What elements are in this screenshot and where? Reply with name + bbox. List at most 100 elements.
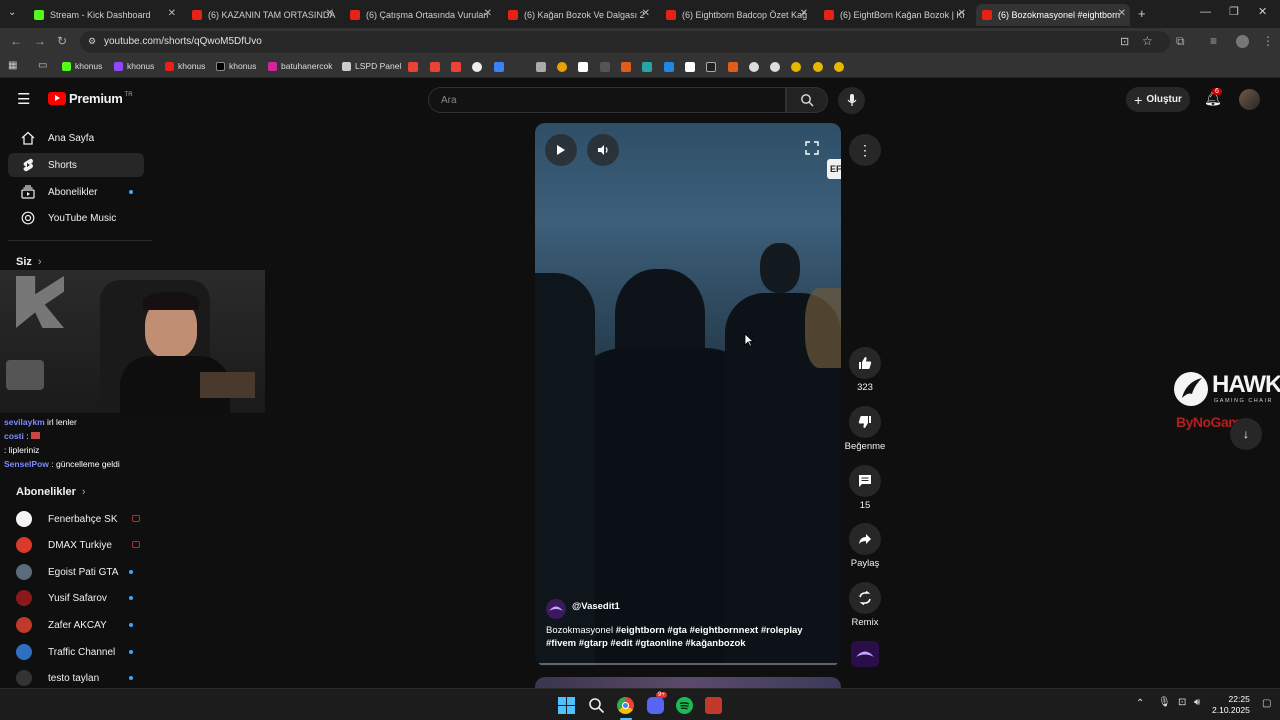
extensions-icon[interactable]: ⧉ [1176,34,1185,49]
tab-search-icon[interactable]: ⌄ [8,7,16,18]
close-tab-icon[interactable]: ✕ [1118,8,1126,19]
remix-button[interactable] [849,582,881,614]
new-tab-icon[interactable]: + [1138,6,1146,21]
bookmark-lspd-panel[interactable]: LSPD Panel [342,61,401,71]
hamburger-menu-icon[interactable]: ☰ [17,90,30,108]
bookmark-icon[interactable] [749,62,759,72]
notifications-button[interactable]: 🔔︎ 6 [1204,88,1222,108]
gmail-icon[interactable] [430,62,440,72]
sidebar-item-subscriptions[interactable]: Abonelikler [8,180,144,204]
bookmark-khonus[interactable]: khonus [62,61,102,71]
tab-kick-dashboard[interactable]: Stream - Kick Dashboard ✕ [28,4,180,26]
sidebar-item-youtube-music[interactable]: YouTube Music [8,206,144,230]
discord-icon[interactable]: 9+ [647,692,667,714]
shorts-video-player[interactable]: EF @Vasedit1 Bozokmasyonel #eightborn #g… [535,123,841,666]
youtube-premium-logo[interactable]: Premium TR [48,91,133,106]
subscription-channel[interactable]: Yusif Safarov [8,586,144,610]
voice-search-button[interactable] [838,87,865,114]
close-tab-icon[interactable]: ✕ [168,8,176,19]
create-button[interactable]: + Oluştur [1126,87,1190,112]
network-icon[interactable]: ⊡ [1178,697,1186,708]
spotify-icon[interactable] [676,697,693,714]
install-icon[interactable]: ⊡ [1120,35,1129,48]
subscription-channel[interactable]: Traffic Channel [8,640,144,664]
account-avatar[interactable] [1239,89,1260,110]
you-section-heading[interactable]: Siz › [16,256,42,268]
bookmark-icon[interactable] [472,62,482,72]
search-input[interactable]: Ara [428,87,786,113]
gmail-icon[interactable] [408,62,418,72]
notification-center-icon[interactable]: ▢ [1262,698,1271,709]
tab-youtube[interactable]: (6) Eightborn Badcop Özet Kağ ✕ [660,4,812,26]
bookmark-icon[interactable] [834,62,844,72]
chevron-up-icon[interactable]: ⌃ [1136,698,1144,709]
bookmark-icon[interactable] [685,62,695,72]
bookmark-icon[interactable] [557,62,567,72]
bookmark-icon[interactable] [621,62,631,72]
search-button[interactable] [786,87,828,113]
address-bar[interactable]: ⚙ youtube.com/shorts/qQwoM5DfUvo ⊡ ☆ [80,31,1170,53]
system-clock[interactable]: 22:25 2.10.2025 [1212,694,1250,716]
apps-icon[interactable]: ▦ [8,60,17,71]
next-short-preview[interactable] [535,677,841,688]
close-tab-icon[interactable]: ✕ [642,8,650,19]
share-button[interactable] [849,523,881,555]
subscription-channel[interactable]: Egoist Pati GTA [8,560,144,584]
tab-youtube[interactable]: (6) KAZANIN TAM ORTASINDA ✕ [186,4,338,26]
bookmark-icon[interactable] [770,62,780,72]
info-panel-tab[interactable]: EF [827,159,841,179]
channel-handle[interactable]: @Vasedit1 [572,601,620,612]
minimize-icon[interactable]: — [1200,6,1211,18]
bookmark-batuhanercok[interactable]: batuhanercok [268,61,333,71]
dislike-button[interactable] [849,406,881,438]
close-window-icon[interactable]: ✕ [1258,5,1267,18]
channel-avatar[interactable] [546,599,566,619]
forward-icon[interactable]: → [34,34,46,48]
bookmark-icon[interactable] [728,62,738,72]
close-tab-icon[interactable]: ✕ [484,8,492,19]
subscription-channel[interactable]: DMAX Turkiye [8,533,144,557]
site-info-icon[interactable]: ⚙ [88,36,96,47]
bookmark-icon[interactable] [578,62,588,72]
tab-youtube[interactable]: (6) Kağan Bozok Ve Dalgası 2 ✕ [502,4,654,26]
sound-thumbnail[interactable] [851,641,879,667]
subscriptions-heading[interactable]: Abonelikler › [16,486,86,498]
chrome-icon[interactable] [617,697,634,714]
sheet-icon[interactable] [536,62,546,72]
folder-icon[interactable]: ▭ [38,60,47,71]
close-tab-icon[interactable]: ✕ [800,8,808,19]
tab-youtube-active[interactable]: (6) Bozokmasyonel #eightborn ✕ [976,4,1130,26]
play-button[interactable] [545,134,577,166]
subscription-channel[interactable]: testo taylan [8,666,144,690]
bookmark-star-icon[interactable]: ☆ [1142,34,1153,48]
profile-avatar[interactable] [1236,35,1249,48]
sidebar-item-shorts[interactable]: Shorts [8,153,144,177]
subscription-channel[interactable]: Zafer AKCAY [8,613,144,637]
gmail-icon[interactable] [451,62,461,72]
bookmark-khonus[interactable]: khonus [165,61,205,71]
bookmark-icon[interactable] [813,62,823,72]
sidebar-item-home[interactable]: Ana Sayfa [8,126,144,150]
like-button[interactable] [849,347,881,379]
media-icon[interactable]: ≡ [1210,34,1217,48]
menu-icon[interactable]: ⋮ [1262,34,1274,48]
reload-icon[interactable]: ↻ [57,34,67,48]
more-options-button[interactable]: ⋮ [849,134,881,166]
close-tab-icon[interactable]: ✕ [326,8,334,19]
search-icon[interactable] [588,697,605,714]
mic-icon[interactable]: 🎙︎ [1158,697,1171,708]
next-short-button[interactable]: ↓ [1230,418,1262,450]
bookmark-icon[interactable] [706,62,716,72]
volume-button[interactable] [587,134,619,166]
windows-start-icon[interactable] [558,697,575,714]
bookmark-icon[interactable] [494,62,504,72]
close-tab-icon[interactable]: ✕ [958,8,966,19]
bookmark-khonus[interactable]: khonus [114,61,154,71]
volume-icon[interactable]: 🔊︎ [1194,697,1200,708]
bookmark-khonus[interactable]: khonus [216,61,256,71]
bookmark-icon[interactable] [642,62,652,72]
tab-youtube[interactable]: (6) EightBorn Kağan Bozok | Ki ✕ [818,4,970,26]
subscription-channel[interactable]: Fenerbahçe SK [8,507,144,531]
bookmark-icon[interactable] [791,62,801,72]
bookmark-icon[interactable] [600,62,610,72]
